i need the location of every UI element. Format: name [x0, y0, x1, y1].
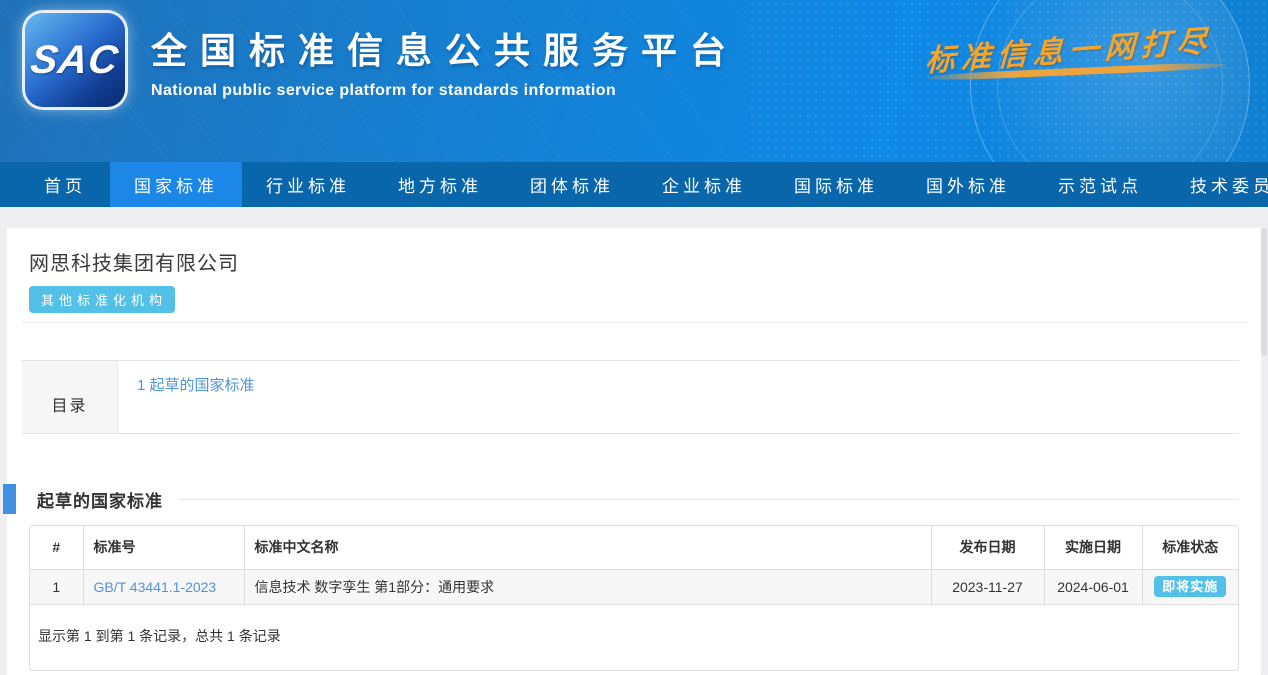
site-subtitle: National public service platform for sta… — [151, 82, 739, 100]
company-header: 网思科技集团有限公司 其他标准化机构 — [22, 247, 1246, 323]
cell-publish-date: 2023-11-27 — [931, 569, 1044, 604]
nav-item-local-standards[interactable]: 地方标准 — [374, 162, 506, 207]
standards-table-container: # 标准号 标准中文名称 发布日期 实施日期 标准状态 1 GB/T 43441… — [29, 525, 1239, 671]
toc-link-drafted-standards[interactable]: 1 起草的国家标准 — [137, 377, 255, 394]
nav-item-industry-standards[interactable]: 行业标准 — [242, 162, 374, 207]
records-summary: 显示第 1 到第 1 条记录，总共 1 条记录 — [30, 605, 1238, 670]
col-header-name-cn: 标准中文名称 — [244, 526, 931, 569]
company-name: 网思科技集团有限公司 — [29, 247, 1246, 276]
cell-index: 1 — [30, 569, 83, 604]
nav-item-foreign-standards[interactable]: 国外标准 — [902, 162, 1034, 207]
nav-item-enterprise-standards[interactable]: 企业标准 — [638, 162, 770, 207]
status-badge: 即将实施 — [1154, 576, 1226, 597]
cell-implement-date: 2024-06-01 — [1044, 569, 1142, 604]
col-header-standard-no: 标准号 — [83, 526, 244, 569]
nav-item-technical-committee[interactable]: 技术委员会 — [1166, 162, 1268, 207]
col-header-publish-date: 发布日期 — [931, 526, 1044, 569]
nav-item-pilot-demo[interactable]: 示范试点 — [1034, 162, 1166, 207]
table-header-row: # 标准号 标准中文名称 发布日期 实施日期 标准状态 — [30, 526, 1238, 569]
nav-item-national-standards[interactable]: 国家标准 — [110, 162, 242, 207]
nav-item-group-standards[interactable]: 团体标准 — [506, 162, 638, 207]
col-header-status: 标准状态 — [1142, 526, 1238, 569]
sac-logo: SAC — [25, 13, 125, 107]
table-row: 1 GB/T 43441.1-2023 信息技术 数字孪生 第1部分：通用要求 … — [30, 569, 1238, 604]
section-divider-line — [179, 499, 1239, 500]
sac-logo-text: SAC — [28, 38, 122, 83]
cell-name-cn: 信息技术 数字孪生 第1部分：通用要求 — [244, 569, 931, 604]
standard-no-link[interactable]: GB/T 43441.1-2023 — [94, 579, 217, 595]
col-header-index: # — [30, 526, 83, 569]
col-header-implement-date: 实施日期 — [1044, 526, 1142, 569]
org-type-badge: 其他标准化机构 — [29, 286, 175, 313]
cell-standard-no: GB/T 43441.1-2023 — [83, 569, 244, 604]
content-card: 网思科技集团有限公司 其他标准化机构 目录 1 起草的国家标准 起草的国家标准 … — [7, 228, 1261, 675]
section-marker — [3, 484, 16, 514]
main-nav: 首页 国家标准 行业标准 地方标准 团体标准 企业标准 国际标准 国外标准 示范… — [0, 162, 1268, 207]
site-header: SAC 全国标准信息公共服务平台 National public service… — [0, 0, 1268, 162]
toc-label: 目录 — [22, 361, 118, 433]
section-title: 起草的国家标准 — [37, 487, 163, 512]
site-title: 全国标准信息公共服务平台 — [151, 22, 739, 74]
nav-item-home[interactable]: 首页 — [20, 162, 110, 207]
cell-status: 即将实施 — [1142, 569, 1238, 604]
nav-item-international-standards[interactable]: 国际标准 — [770, 162, 902, 207]
toc-body: 1 起草的国家标准 — [118, 361, 1239, 433]
toc-section: 目录 1 起草的国家标准 — [22, 360, 1239, 434]
standards-table: # 标准号 标准中文名称 发布日期 实施日期 标准状态 1 GB/T 43441… — [30, 526, 1238, 605]
section-header: 起草的国家标准 — [29, 484, 1239, 514]
vertical-scrollbar-thumb[interactable] — [1261, 228, 1267, 356]
